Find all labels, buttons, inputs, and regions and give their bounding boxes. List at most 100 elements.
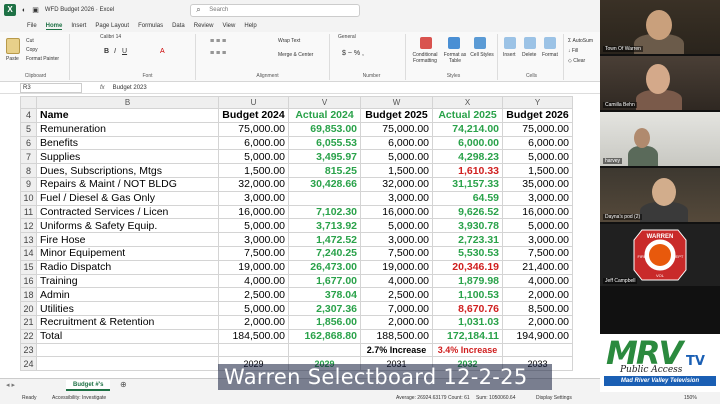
menu-home[interactable]: Home (45, 23, 63, 30)
column-header[interactable]: Y (502, 96, 573, 109)
cell-name[interactable]: Contracted Services / Licen (36, 204, 219, 220)
cell-actual-2024[interactable]: 378.04 (288, 287, 361, 303)
cell-budget-2026[interactable]: 2,000.00 (502, 287, 573, 303)
cell-actual-2025[interactable]: Actual 2025 (432, 108, 503, 123)
cell-budget-2026[interactable]: 3,000.00 (502, 190, 573, 206)
conditional-format-icon[interactable] (420, 37, 432, 49)
font-size-select[interactable]: 14 (116, 34, 122, 40)
delete-cells-icon[interactable] (524, 37, 536, 49)
cell-budget-2026[interactable]: 5,000.00 (502, 149, 573, 165)
cell-actual-2024[interactable]: 7,240.25 (288, 245, 361, 261)
cell-budget-2024[interactable]: 4,000.00 (218, 273, 289, 289)
cell-budget-2024[interactable]: 5,000.00 (218, 218, 289, 234)
cell-name[interactable]: Total (36, 328, 219, 344)
cell-budget-2024[interactable]: 2,000.00 (218, 314, 289, 330)
cell-actual-2024[interactable]: 1,856.00 (288, 314, 361, 330)
cell-budget-2025[interactable]: 5,000.00 (360, 218, 433, 234)
menu-review[interactable]: Review (194, 23, 214, 29)
cell-styles-icon[interactable] (474, 37, 486, 49)
cell-budget-2025[interactable]: 5,000.00 (360, 149, 433, 165)
cell-budget-2026[interactable]: 35,000.00 (502, 176, 573, 192)
cell-actual-2024[interactable]: 2,307.36 (288, 301, 361, 316)
cell-budget-2024[interactable]: 2,500.00 (218, 287, 289, 303)
fill-button[interactable]: ↓ Fill (568, 48, 578, 54)
row-number[interactable]: 23 (20, 342, 37, 358)
cell-actual-2025[interactable]: 172,184.11 (432, 328, 503, 344)
cell-actual-2024[interactable]: 30,428.66 (288, 176, 361, 192)
cell-budget-2024[interactable]: 75,000.00 (218, 121, 289, 137)
cell-actual-2025[interactable]: 9,626.52 (432, 204, 503, 220)
number-format-select[interactable]: General (338, 34, 356, 40)
cell-budget-2025[interactable]: 32,000.00 (360, 176, 433, 192)
cell-actual-2025[interactable]: 1,100.53 (432, 287, 503, 303)
cell-budget-2025[interactable]: 2,000.00 (360, 314, 433, 330)
participant-tile[interactable]: Town Of Warren (600, 0, 720, 54)
cell-actual-2024[interactable]: 815.25 (288, 163, 361, 178)
font-color-button[interactable]: A (160, 48, 165, 55)
row-number[interactable]: 4 (20, 108, 37, 123)
cell-budget-2025[interactable]: 3,000.00 (360, 190, 433, 206)
sheet-tab[interactable]: Budget #'s (66, 380, 111, 391)
cell-styles-button[interactable]: Cell Styles (470, 52, 494, 58)
cell-actual-2025[interactable]: 3,930.78 (432, 218, 503, 234)
insert-button[interactable]: Insert (503, 52, 516, 58)
cell-actual-2024[interactable] (288, 342, 361, 358)
row-number[interactable]: 6 (20, 135, 37, 151)
cell-budget-2024[interactable]: 3,000.00 (218, 232, 289, 247)
cell-actual-2025[interactable]: 31,157.33 (432, 176, 503, 192)
row-number[interactable]: 5 (20, 121, 37, 137)
menu-help[interactable]: Help (244, 23, 256, 29)
cell-name[interactable] (36, 356, 219, 372)
cell-name[interactable]: Remuneration (36, 121, 219, 137)
cell-budget-2026[interactable]: 8,500.00 (502, 301, 573, 316)
cell-budget-2026[interactable]: 3,000.00 (502, 232, 573, 247)
paste-icon[interactable] (6, 38, 20, 54)
cell-budget-2026[interactable]: 5,000.00 (502, 218, 573, 234)
currency-button[interactable]: $ ~ % , (342, 50, 364, 57)
format-cells-icon[interactable] (544, 37, 556, 49)
sheet-nav-icons[interactable]: ◂ ▸ (6, 381, 15, 389)
cell-budget-2026[interactable]: Budget 2026 (502, 108, 573, 123)
cell-actual-2024[interactable]: 3,713.92 (288, 218, 361, 234)
search-box[interactable]: Search (190, 3, 361, 17)
cell-name[interactable] (36, 342, 219, 358)
cell-budget-2024[interactable]: 5,000.00 (218, 149, 289, 165)
zoom-level[interactable]: 150% (684, 395, 697, 401)
cell-name[interactable]: Repairs & Maint / NOT BLDG (36, 176, 219, 192)
cell-budget-2026[interactable]: 4,000.00 (502, 273, 573, 289)
row-number[interactable]: 18 (20, 287, 37, 303)
menu-formulas[interactable]: Formulas (138, 23, 163, 29)
cell-budget-2026[interactable]: 6,000.00 (502, 135, 573, 151)
format-button[interactable]: Format (542, 52, 558, 58)
cell-actual-2024[interactable]: 26,473.00 (288, 259, 361, 275)
cell-name[interactable]: Fuel / Diesel & Gas Only (36, 190, 219, 206)
cell-actual-2025[interactable]: 8,670.76 (432, 301, 503, 316)
insert-cells-icon[interactable] (504, 37, 516, 49)
cell-name[interactable]: Uniforms & Safety Equip. (36, 218, 219, 234)
cell-actual-2025[interactable]: 20,346.19 (432, 259, 503, 275)
cell-budget-2024[interactable]: 19,000.00 (218, 259, 289, 275)
underline-button[interactable]: U (122, 48, 127, 55)
cell-budget-2024[interactable]: 5,000.00 (218, 301, 289, 316)
row-number[interactable]: 22 (20, 328, 37, 344)
menu-data[interactable]: Data (172, 23, 185, 29)
cell-budget-2026[interactable]: 16,000.00 (502, 204, 573, 220)
row-number[interactable]: 16 (20, 273, 37, 289)
autosum-button[interactable]: Σ AutoSum (568, 38, 593, 44)
wrap-text-button[interactable]: Wrap Text (278, 38, 300, 44)
menu-page-layout[interactable]: Page Layout (95, 23, 129, 29)
cell-name[interactable]: Training (36, 273, 219, 289)
cell-budget-2025[interactable]: 75,000.00 (360, 121, 433, 137)
delete-button[interactable]: Delete (522, 52, 536, 58)
cell-name[interactable]: Utilities (36, 301, 219, 316)
cell-budget-2025[interactable]: 3,000.00 (360, 232, 433, 247)
row-number[interactable]: 13 (20, 232, 37, 247)
display-settings[interactable]: Display Settings (536, 395, 572, 401)
copy-button[interactable]: Copy (26, 47, 38, 53)
cell-actual-2024[interactable]: 7,102.30 (288, 204, 361, 220)
cell-budget-2025[interactable]: 2.7% Increase (360, 342, 433, 358)
select-all-corner[interactable] (20, 96, 37, 109)
name-box[interactable]: R3 (20, 82, 82, 93)
cell-budget-2025[interactable]: 7,000.00 (360, 301, 433, 316)
column-header[interactable]: U (218, 96, 289, 109)
